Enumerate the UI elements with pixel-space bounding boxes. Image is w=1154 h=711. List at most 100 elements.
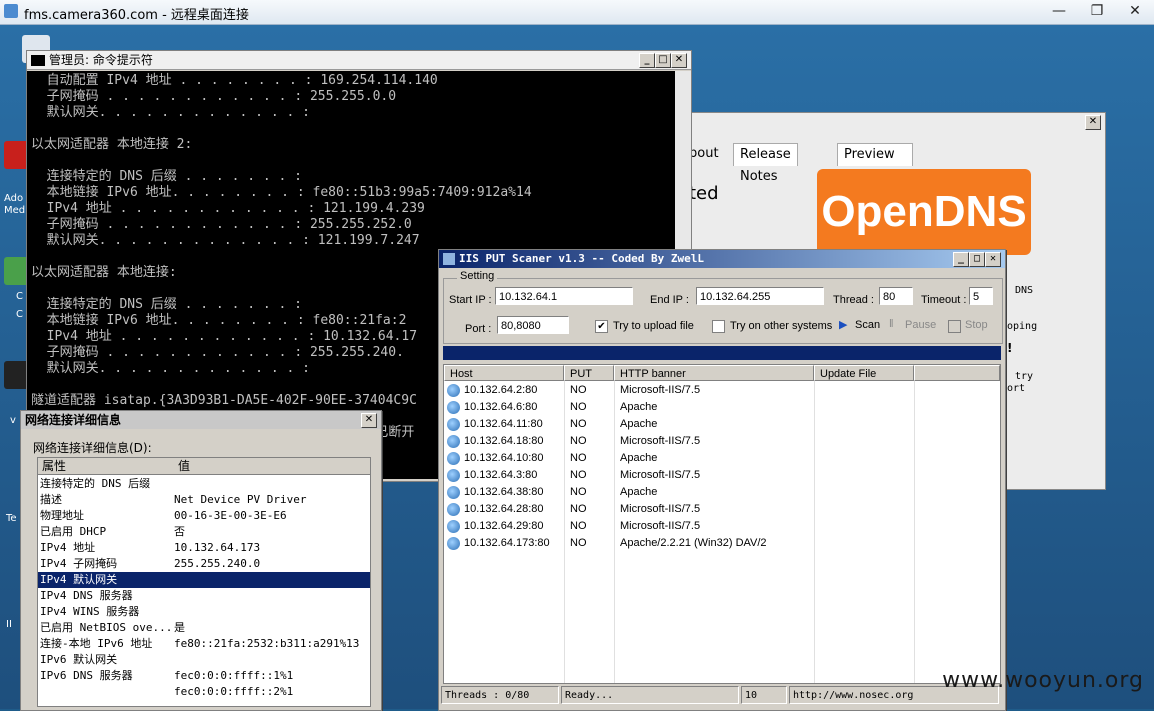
table-row[interactable]: 10.132.64.6:80 NO Apache [444,399,1000,416]
table-row[interactable]: 10.132.64.28:80 NO Microsoft-IIS/7.5 [444,501,1000,518]
pause-icon: ‖ [889,318,894,330]
cmd-minimize-button[interactable]: _ [639,53,655,68]
opendns-side-text: ! [1007,341,1013,355]
network-details-window: 网络连接详细信息 ✕ 网络连接详细信息(D): 属性 值 连接特定的 DNS 后… [20,410,382,711]
property-cell: IPv6 DNS 服务器 [40,669,133,682]
table-row[interactable]: IPv4 地址 10.132.64.173 [38,540,370,556]
property-cell: IPv4 子网掩码 [40,557,118,570]
table-row[interactable]: IPv4 子网掩码 255.255.240.0 [38,556,370,572]
globe-icon [447,520,460,533]
property-cell: 连接特定的 DNS 后缀 [40,477,151,490]
table-row[interactable]: 连接-本地 IPv6 地址 fe80::21fa:2532:b311:a291%1… [38,636,370,652]
network-details-label: 网络连接详细信息(D): [33,441,152,455]
table-row[interactable]: 描述 Net Device PV Driver [38,492,370,508]
host-cell: 10.132.64.6:80 [464,401,538,413]
cmd-maximize-button[interactable]: □ [655,53,671,68]
put-cell: NO [570,469,587,481]
banner-cell: Microsoft-IIS/7.5 [620,435,701,447]
rdp-minimize-button[interactable]: — [1040,0,1078,22]
column-header-value[interactable]: 值 [174,458,370,475]
banner-cell: Apache [620,401,658,413]
globe-icon [447,401,460,414]
upload-file-checkbox[interactable]: ✔ [595,320,608,333]
port-input[interactable]: 80,8080 [497,316,569,334]
table-row[interactable]: 10.132.64.18:80 NO Microsoft-IIS/7.5 [444,433,1000,450]
column-header-host[interactable]: Host [444,365,564,381]
table-row[interactable]: 10.132.64.173:80 NO Apache/2.2.21 (Win32) … [444,535,1000,552]
globe-icon [447,537,460,550]
desktop-label: Med [4,205,26,216]
table-row[interactable]: IPv4 DNS 服务器 [38,588,370,604]
table-row[interactable]: IPv4 WINS 服务器 [38,604,370,620]
table-row[interactable]: 已启用 NetBIOS ove... 是 [38,620,370,636]
property-cell: IPv4 默认网关 [40,573,118,586]
rdp-close-button[interactable]: ✕ [1116,0,1154,22]
table-row[interactable]: 10.132.64.2:80 NO Microsoft-IIS/7.5 [444,382,1000,399]
opendns-close-button[interactable]: ✕ [1085,115,1101,130]
value-cell: Net Device PV Driver [174,493,307,506]
column-header-property[interactable]: 属性 [38,458,176,475]
table-row[interactable]: 10.132.64.3:80 NO Microsoft-IIS/7.5 [444,467,1000,484]
scan-button[interactable]: Scan [855,319,880,331]
property-cell: IPv4 DNS 服务器 [40,589,133,602]
banner-cell: Apache [620,486,658,498]
watermark: www.wooyun.org [942,668,1144,693]
table-row[interactable]: 10.132.64.10:80 NO Apache [444,450,1000,467]
cmd-line: 以太网适配器 本地连接 2: [31,137,193,152]
pause-button[interactable]: Pause [905,319,936,331]
rdp-title: fms.camera360.com - 远程桌面连接 [24,8,249,23]
timeout-input[interactable]: 5 [969,287,993,305]
table-row[interactable]: fec0:0:0:ffff::2%1 [38,684,370,700]
stop-button[interactable]: Stop [965,319,988,331]
opendns-logo: OpenDNS [817,169,1031,255]
property-cell: IPv4 地址 [40,541,96,554]
results-list[interactable]: Host PUT HTTP banner Update File 10.132.… [443,364,1001,684]
iis-maximize-button[interactable]: □ [969,252,985,267]
cmd-line: 本地链接 IPv6 地址. . . . . . . . : fe80::51b3… [31,185,532,200]
start-ip-input[interactable]: 10.132.64.1 [495,287,633,305]
table-row[interactable]: 物理地址 00-16-3E-00-3E-E6 [38,508,370,524]
host-cell: 10.132.64.18:80 [464,435,544,447]
column-header-put[interactable]: PUT [564,365,614,381]
opendns-side-text: ort [1007,383,1026,394]
column-header-banner[interactable]: HTTP banner [614,365,814,381]
value-cell: fe80::21fa:2532:b311:a291%13 [174,637,360,650]
thread-input[interactable]: 80 [879,287,913,305]
cmd-line: 隧道适配器 isatap.{3A3D93B1-DA5E-402F-90EE-37… [31,393,417,408]
end-ip-input[interactable]: 10.132.64.255 [696,287,824,305]
tab-preview-feedback[interactable]: Preview Feedback [837,143,913,184]
property-cell: 连接-本地 IPv6 地址 [40,637,153,650]
rdp-maximize-button[interactable]: ❐ [1078,0,1116,22]
put-cell: NO [570,503,587,515]
iis-close-button[interactable]: ✕ [985,252,1001,267]
cmd-line: IPv4 地址 . . . . . . . . . . . . : 10.132… [31,329,418,344]
tab-release-notes[interactable]: Release Notes [733,143,798,184]
other-systems-checkbox[interactable] [712,320,725,333]
progress-bar [443,346,1001,360]
opendns-side-text: try [1015,371,1034,382]
opendns-side-text: oping [1007,321,1038,332]
table-row[interactable]: IPv6 DNS 服务器 fec0:0:0:ffff::1%1 [38,668,370,684]
table-row[interactable]: IPv4 默认网关 [38,572,370,588]
port-label: Port : [465,323,492,335]
column-header-update-file[interactable]: Update File [814,365,914,381]
banner-cell: Microsoft-IIS/7.5 [620,469,701,481]
table-row[interactable]: 已启用 DHCP 否 [38,524,370,540]
put-cell: NO [570,537,587,549]
table-row[interactable]: 10.132.64.29:80 NO Microsoft-IIS/7.5 [444,518,1000,535]
scan-icon: ▶ [839,319,848,331]
table-row[interactable]: 10.132.64.11:80 NO Apache [444,416,1000,433]
iis-minimize-button[interactable]: _ [953,252,969,267]
other-systems-label: Try on other systems [730,320,833,332]
network-details-close-button[interactable]: ✕ [361,413,377,428]
banner-cell: Microsoft-IIS/7.5 [620,384,701,396]
table-row[interactable]: IPv6 默认网关 [38,652,370,668]
table-row[interactable]: 10.132.64.38:80 NO Apache [444,484,1000,501]
network-details-table[interactable]: 属性 值 连接特定的 DNS 后缀描述 Net Device PV Driver 物… [37,457,371,707]
host-cell: 10.132.64.2:80 [464,384,538,396]
table-row[interactable]: 连接特定的 DNS 后缀 [38,476,370,492]
opendns-status-text: ted [689,183,719,204]
start-ip-label: Start IP : [449,294,492,306]
cmd-close-button[interactable]: ✕ [671,53,687,68]
desktop-label: Ado [4,193,24,204]
